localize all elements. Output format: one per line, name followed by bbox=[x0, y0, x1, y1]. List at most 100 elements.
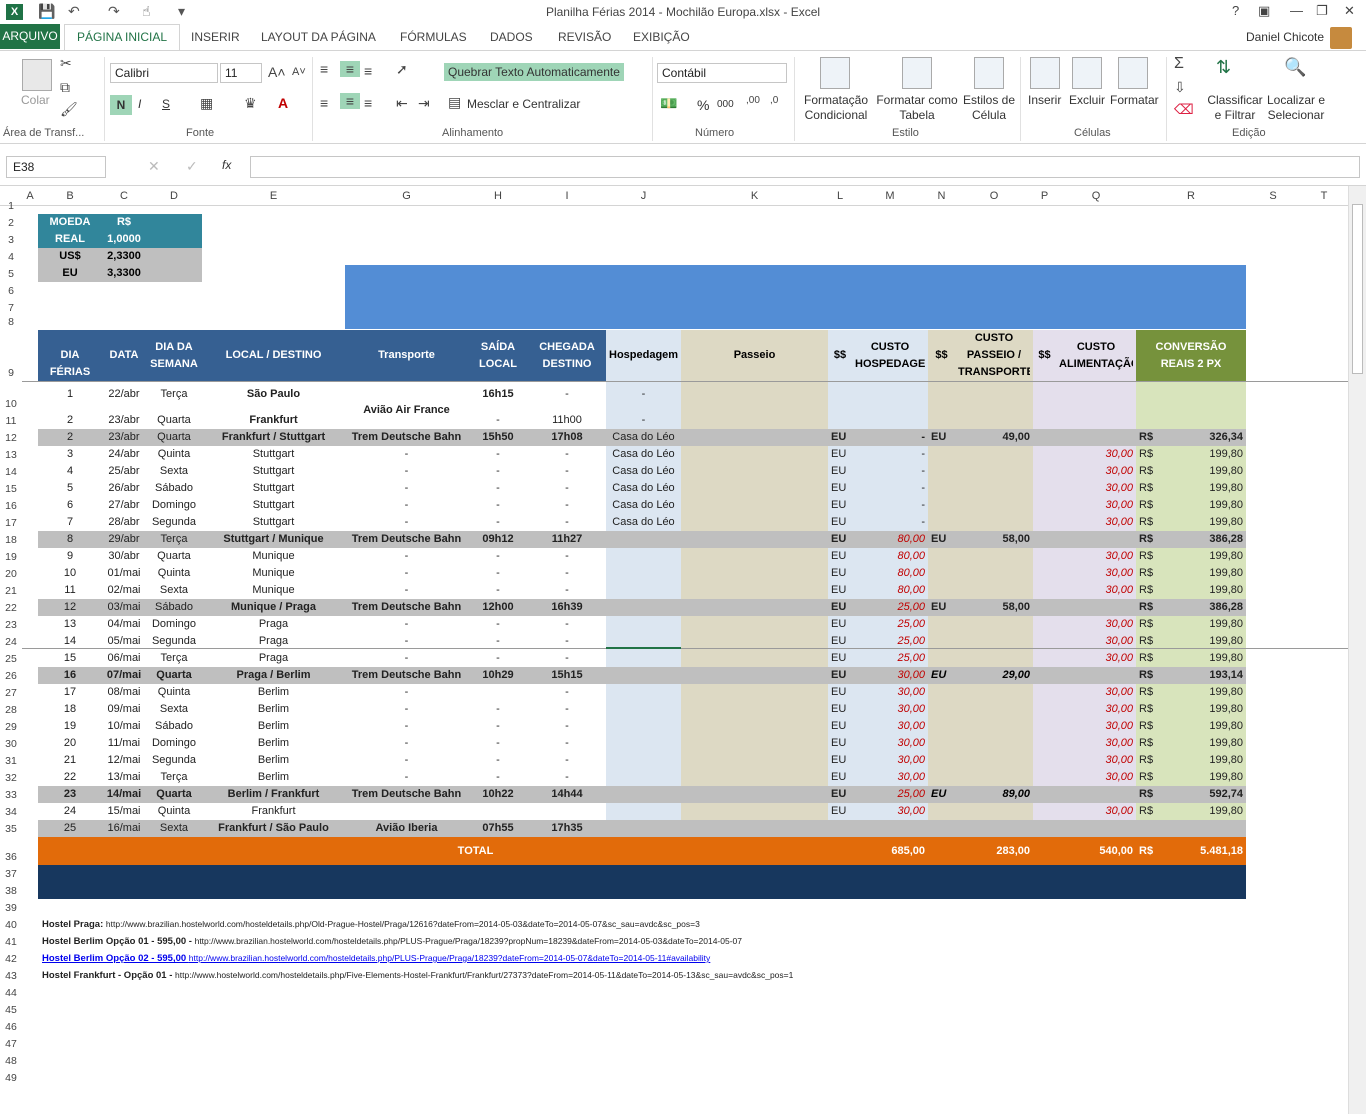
cell-custo-hosp[interactable]: 30,00 bbox=[855, 667, 925, 684]
cell-transporte[interactable]: - bbox=[348, 701, 465, 718]
cell-dia[interactable]: 12 bbox=[41, 599, 99, 616]
cell-dia[interactable]: 21 bbox=[41, 752, 99, 769]
column-header-s[interactable]: S bbox=[1246, 190, 1300, 202]
delete-button[interactable]: Excluir bbox=[1069, 93, 1105, 107]
cell-chegada[interactable]: - bbox=[531, 386, 603, 403]
underline-button[interactable]: S bbox=[162, 97, 170, 111]
cell-saida[interactable]: 07h55 bbox=[471, 820, 525, 837]
header-conversao[interactable]: CONVERSÃO REAIS 2 PX bbox=[1139, 339, 1243, 373]
cell-chegada[interactable]: 17h35 bbox=[531, 820, 603, 837]
row-header[interactable]: 7 bbox=[0, 302, 22, 314]
row-header[interactable]: 3 bbox=[0, 234, 22, 246]
cell-dia[interactable]: 1 bbox=[41, 386, 99, 403]
align-middle-icon[interactable]: ≡ bbox=[340, 61, 360, 77]
cell-custo-hosp[interactable]: 25,00 bbox=[855, 616, 925, 633]
cell-chegada[interactable]: - bbox=[531, 650, 603, 667]
merge-center-button[interactable]: Mesclar e Centralizar bbox=[467, 97, 580, 111]
cell-data[interactable]: 15/mai bbox=[105, 803, 143, 820]
cell-data[interactable]: 29/abr bbox=[105, 531, 143, 548]
cell-data[interactable]: 09/mai bbox=[105, 701, 143, 718]
row-header[interactable]: 8 bbox=[0, 316, 22, 328]
total-label[interactable]: TOTAL bbox=[348, 843, 603, 860]
column-header-k[interactable]: K bbox=[681, 190, 828, 202]
cell-data[interactable]: 02/mai bbox=[105, 582, 143, 599]
cell-currency-hosp[interactable]: EU bbox=[831, 582, 849, 599]
column-header-a[interactable]: A bbox=[22, 190, 38, 202]
enter-icon[interactable]: ✓ bbox=[186, 158, 198, 175]
cell-custo-hosp[interactable]: 25,00 bbox=[855, 786, 925, 803]
format-cells-icon[interactable] bbox=[1118, 57, 1148, 89]
cell-transporte[interactable]: - bbox=[348, 480, 465, 497]
restore-icon[interactable]: ❐ bbox=[1316, 3, 1328, 19]
cell-conversao[interactable]: 386,28 bbox=[1139, 531, 1243, 548]
tab-formulas[interactable]: FÓRMULAS bbox=[400, 30, 467, 44]
cell-dia[interactable]: 6 bbox=[41, 497, 99, 514]
scroll-thumb[interactable] bbox=[1352, 204, 1363, 374]
cell-dia[interactable]: 8 bbox=[41, 531, 99, 548]
name-box[interactable]: E38 bbox=[6, 156, 106, 178]
cell-conversao[interactable]: 199,80 bbox=[1139, 769, 1243, 786]
cell-saida[interactable]: - bbox=[471, 480, 525, 497]
find-select-button[interactable]: Localizar e Selecionar bbox=[1264, 93, 1328, 123]
cell-semana[interactable]: Terça bbox=[149, 650, 199, 667]
cell-local[interactable]: Berlim / Frankfurt bbox=[205, 786, 342, 803]
format-table-button[interactable]: Formatar como Tabela bbox=[874, 93, 960, 123]
column-header-q[interactable]: Q bbox=[1056, 190, 1136, 202]
borders-icon[interactable]: ▦ bbox=[200, 95, 213, 112]
row-header[interactable]: 2 bbox=[0, 217, 22, 229]
cell-local[interactable]: Frankfurt / Stuttgart bbox=[205, 429, 342, 446]
hostel-link-row[interactable]: Hostel Frankfurt - Opção 01 - http://www… bbox=[42, 970, 793, 981]
cell-conversao[interactable]: 199,80 bbox=[1139, 497, 1243, 514]
cell-conversao[interactable]: 199,80 bbox=[1139, 616, 1243, 633]
comma-style-button[interactable]: 000 bbox=[717, 99, 734, 110]
cell-custo-alim[interactable]: 30,00 bbox=[1059, 497, 1133, 514]
cell-conversao[interactable]: 199,80 bbox=[1139, 582, 1243, 599]
autosum-icon[interactable]: Σ bbox=[1174, 55, 1184, 73]
cell-local[interactable]: Stuttgart bbox=[205, 480, 342, 497]
cell-transporte[interactable]: - bbox=[348, 565, 465, 582]
cell-data[interactable]: 27/abr bbox=[105, 497, 143, 514]
cell-transporte[interactable]: - bbox=[348, 684, 465, 701]
cell-local[interactable]: Stuttgart bbox=[205, 463, 342, 480]
cell-dia[interactable]: 19 bbox=[41, 718, 99, 735]
cell-local[interactable]: Frankfurt bbox=[205, 803, 342, 820]
cell-data[interactable]: 23/abr bbox=[105, 429, 143, 446]
cell-transporte[interactable]: Trem Deutsche Bahn bbox=[348, 599, 465, 616]
decrease-indent-icon[interactable]: ⇤ bbox=[396, 95, 408, 112]
cell-transporte[interactable]: Trem Deutsche Bahn bbox=[348, 667, 465, 684]
merge-icon[interactable]: ▤ bbox=[448, 94, 461, 111]
row-header[interactable]: 47 bbox=[0, 1038, 22, 1050]
cell-data[interactable]: 12/mai bbox=[105, 752, 143, 769]
percent-button[interactable]: % bbox=[697, 97, 709, 113]
cell-transporte[interactable]: Avião Iberia bbox=[348, 820, 465, 837]
row-header[interactable]: 22 bbox=[0, 602, 22, 614]
accounting-icon[interactable]: 💵 bbox=[660, 95, 677, 112]
cell-conversao[interactable]: 199,80 bbox=[1139, 684, 1243, 701]
conditional-format-button[interactable]: Formatação Condicional bbox=[799, 93, 873, 123]
row-header[interactable]: 27 bbox=[0, 687, 22, 699]
align-bottom-icon[interactable]: ≡ bbox=[364, 63, 372, 79]
tab-insert[interactable]: INSERIR bbox=[191, 30, 240, 44]
column-header-e[interactable]: E bbox=[202, 190, 345, 202]
cell-transporte[interactable]: Avião Air France bbox=[348, 402, 465, 419]
cell-chegada[interactable]: - bbox=[531, 752, 603, 769]
cell-custo-alim[interactable]: 30,00 bbox=[1059, 718, 1133, 735]
cell-custo-alim[interactable]: 30,00 bbox=[1059, 565, 1133, 582]
cell-local[interactable]: Frankfurt / São Paulo bbox=[205, 820, 342, 837]
cell-chegada[interactable]: 15h15 bbox=[531, 667, 603, 684]
column-header-d[interactable]: D bbox=[146, 190, 202, 202]
row-header[interactable]: 29 bbox=[0, 721, 22, 733]
cell-data[interactable]: 03/mai bbox=[105, 599, 143, 616]
cell-saida[interactable]: 15h50 bbox=[471, 429, 525, 446]
cell-saida[interactable]: 10h22 bbox=[471, 786, 525, 803]
row-header[interactable]: 6 bbox=[0, 285, 22, 297]
cell-local[interactable]: Berlim bbox=[205, 718, 342, 735]
cell-local[interactable]: Stuttgart bbox=[205, 497, 342, 514]
currency-name[interactable]: REAL bbox=[41, 231, 99, 248]
cell-local[interactable]: Berlim bbox=[205, 735, 342, 752]
cell-custo-hosp[interactable]: 30,00 bbox=[855, 735, 925, 752]
cell-semana[interactable]: Sábado bbox=[149, 718, 199, 735]
cell-semana[interactable]: Quarta bbox=[149, 667, 199, 684]
currency-rate[interactable]: 3,3300 bbox=[105, 265, 143, 282]
cell-transporte[interactable]: Trem Deutsche Bahn bbox=[348, 429, 465, 446]
